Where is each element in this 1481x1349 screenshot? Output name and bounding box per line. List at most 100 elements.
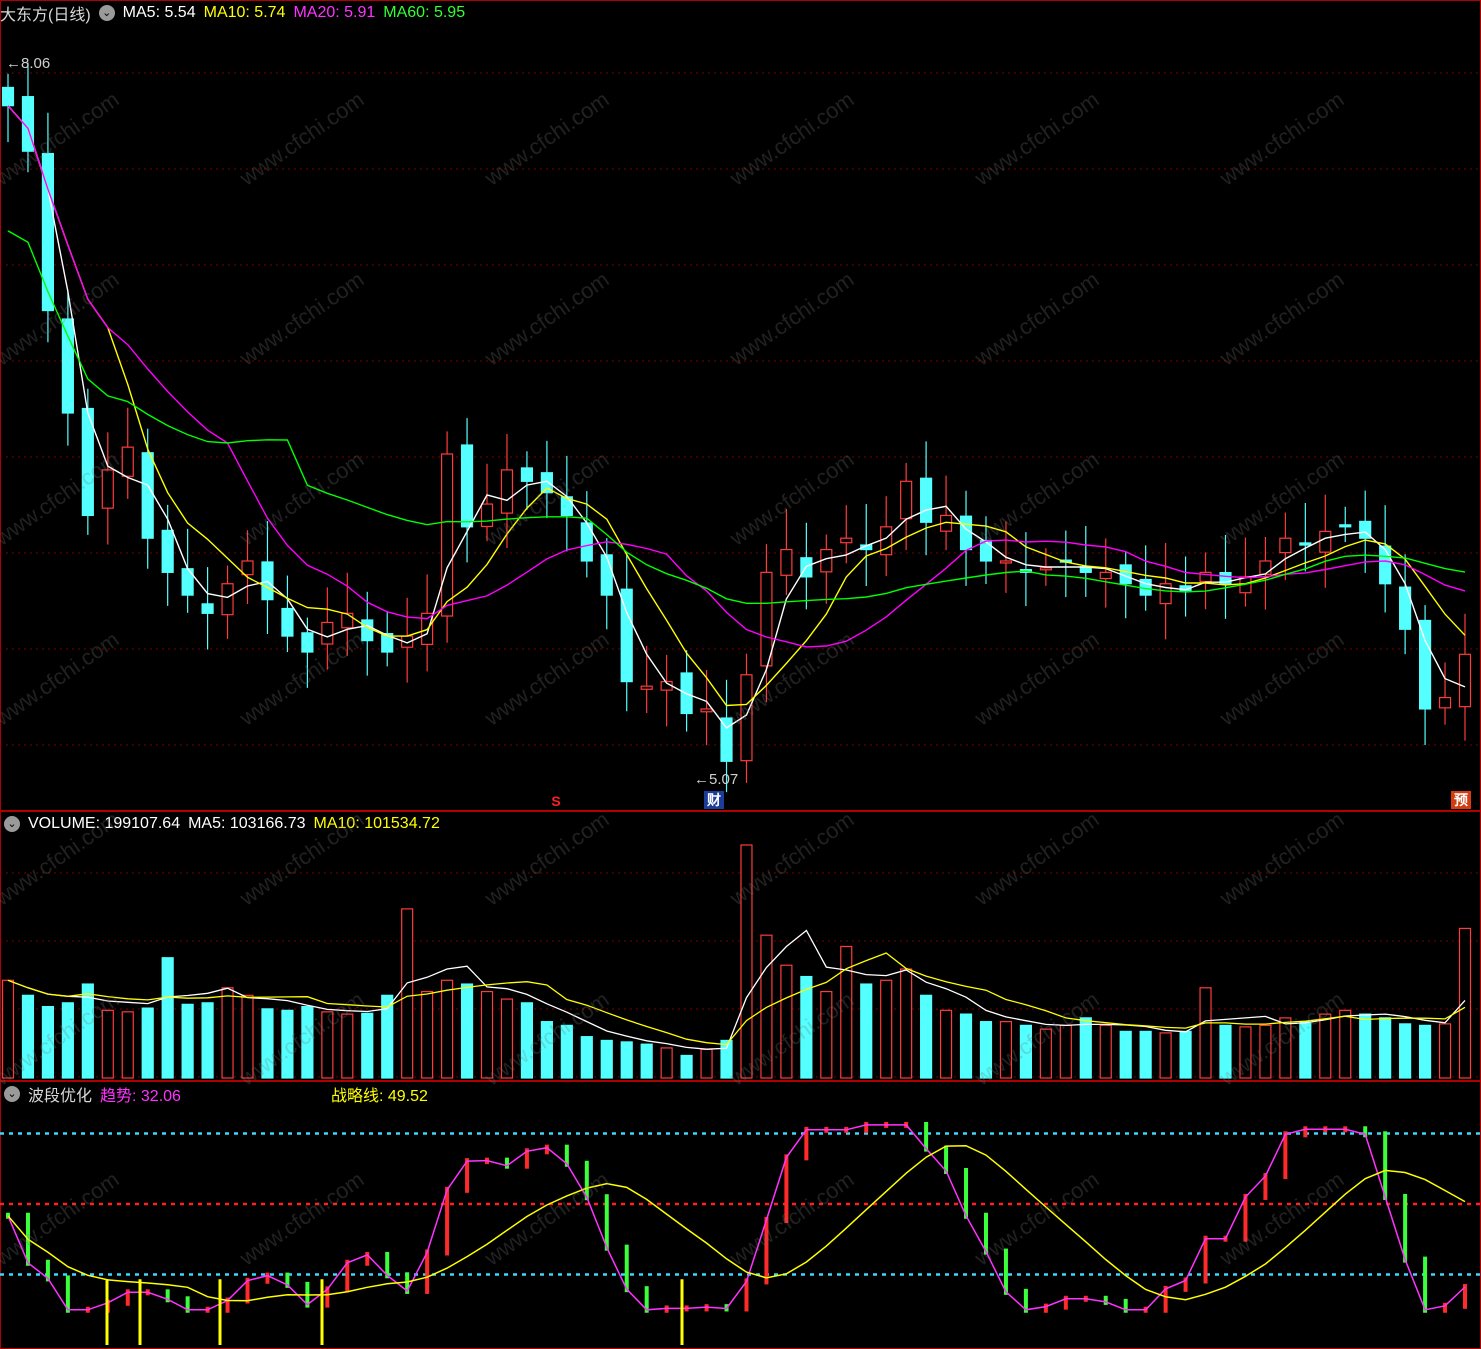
volume-bar: [500, 998, 514, 1079]
indicator-bar: [445, 1186, 450, 1256]
volume-bar: [61, 1002, 74, 1079]
candle-body: [161, 529, 174, 573]
strategy-line-value: 战略线: 49.52: [330, 1088, 428, 1105]
volume-bar: [281, 1009, 294, 1079]
stock-name: 大东方(日线): [0, 7, 91, 24]
indicator-bar: [1383, 1131, 1388, 1200]
candle-body: [1319, 530, 1332, 553]
volume-series: [1, 844, 1472, 1079]
pane-border: [0, 1081, 1481, 1349]
candle-body: [460, 444, 474, 528]
volume-bar: [321, 1011, 334, 1079]
candle-body: [640, 685, 653, 690]
volume-bar: [959, 1013, 973, 1079]
indicator-settings-chevron-icon[interactable]: ⌄: [4, 1086, 20, 1102]
ma10-line: [7, 105, 1466, 707]
volume-bar: [101, 1009, 114, 1079]
candle-body: [959, 515, 973, 551]
settings-chevron-icon[interactable]: ⌄: [98, 5, 115, 21]
volume-bar: [780, 964, 793, 1079]
volume-bar: [401, 908, 414, 1079]
candle-body: [900, 480, 913, 520]
volume-bar: [740, 844, 753, 1079]
volume-bar: [1099, 1024, 1112, 1079]
candle-body: [720, 717, 733, 762]
volume-ma10-value: MA10: 101534.72: [313, 815, 440, 832]
candle-body: [361, 619, 374, 642]
volume-ma5-value: MA5: 103166.73: [188, 815, 306, 832]
candle-body: [480, 503, 494, 528]
candle-body: [1299, 542, 1312, 546]
volume-bar: [261, 1008, 274, 1079]
volume-bar: [1438, 1023, 1452, 1079]
indicator-bar: [764, 1217, 769, 1285]
volume-bar: [1359, 1013, 1372, 1079]
volume-bar: [760, 934, 773, 1079]
ma20-value: MA20: 5.91: [293, 4, 376, 21]
volume-bar: [640, 1043, 653, 1079]
volume-bar: [1079, 1017, 1092, 1079]
volume-bar: [560, 1024, 573, 1079]
ma20-line: [7, 105, 1466, 648]
signal-marker-s[interactable]: S: [549, 792, 563, 810]
main-chart-header: 大东方(日线) ⌄ MA5: 5.54 MA10: 5.74 MA20: 5.9…: [0, 0, 473, 26]
volume-bar: [840, 945, 853, 1079]
volume-bar: [900, 968, 913, 1079]
indicator-bar: [784, 1154, 789, 1224]
candle-body: [520, 467, 534, 482]
volume-bar: [880, 979, 893, 1079]
candle-body: [1259, 560, 1272, 575]
volume-bar: [939, 1009, 953, 1079]
indicator-bar: [1403, 1193, 1408, 1263]
volume-bar: [1279, 1017, 1292, 1079]
volume-bar: [520, 1002, 534, 1079]
candle-body: [1099, 571, 1112, 580]
volume-bar: [540, 1021, 553, 1079]
volume-bar: [460, 983, 474, 1079]
volume-settings-chevron-icon[interactable]: ⌄: [4, 816, 20, 832]
candle-body: [121, 446, 134, 477]
indicator-bar: [1123, 1298, 1128, 1313]
moving-average-lines: [7, 105, 1466, 729]
indicator-series: [0, 1121, 1481, 1345]
candle-body: [500, 469, 514, 514]
volume-bar: [21, 994, 35, 1079]
finance-report-marker[interactable]: 财: [704, 791, 724, 809]
candle-body: [241, 560, 254, 576]
indicator-bar: [1043, 1303, 1048, 1313]
volume-bar: [1119, 1030, 1132, 1079]
volume-bar: [421, 990, 434, 1079]
high-price-text: 8.06: [21, 55, 51, 72]
forecast-marker[interactable]: 预: [1451, 791, 1471, 809]
ma10-value: MA10: 5.74: [203, 4, 286, 21]
volume-bar: [580, 1036, 593, 1079]
candle-body: [301, 632, 314, 653]
candle-body: [840, 537, 853, 544]
candle-body: [321, 621, 334, 645]
candle-body: [341, 612, 354, 629]
volume-bar: [121, 1011, 134, 1079]
volume-bar: [920, 994, 933, 1079]
candle-body: [760, 571, 773, 667]
volume-bar: [1179, 1030, 1192, 1079]
candle-body: [1438, 696, 1452, 709]
ma5-value: MA5: 5.54: [122, 4, 196, 21]
volume-bar: [680, 1054, 693, 1079]
candle-body: [1339, 524, 1352, 528]
volume-bar: [1139, 1030, 1152, 1079]
indicator-bar: [864, 1121, 869, 1133]
high-price-label: ←8.06: [6, 55, 50, 72]
volume-bar: [600, 1039, 613, 1079]
volume-bar: [1019, 1024, 1032, 1079]
chart-frame: [0, 0, 1481, 1349]
arrow-left-icon: ←: [694, 771, 709, 788]
low-price-label: ←5.07: [694, 771, 738, 788]
indicator-header: ⌄ 波段优化 趋势: 32.06 战略线: 49.52: [0, 1081, 436, 1107]
trend-value: 趋势: 32.06: [100, 1088, 181, 1105]
volume-bar: [1, 979, 15, 1079]
volume-bar: [1339, 1009, 1352, 1079]
candle-body: [780, 548, 793, 576]
volume-bar: [41, 1005, 55, 1079]
candle-body: [700, 708, 713, 713]
volume-bar: [341, 1013, 354, 1079]
